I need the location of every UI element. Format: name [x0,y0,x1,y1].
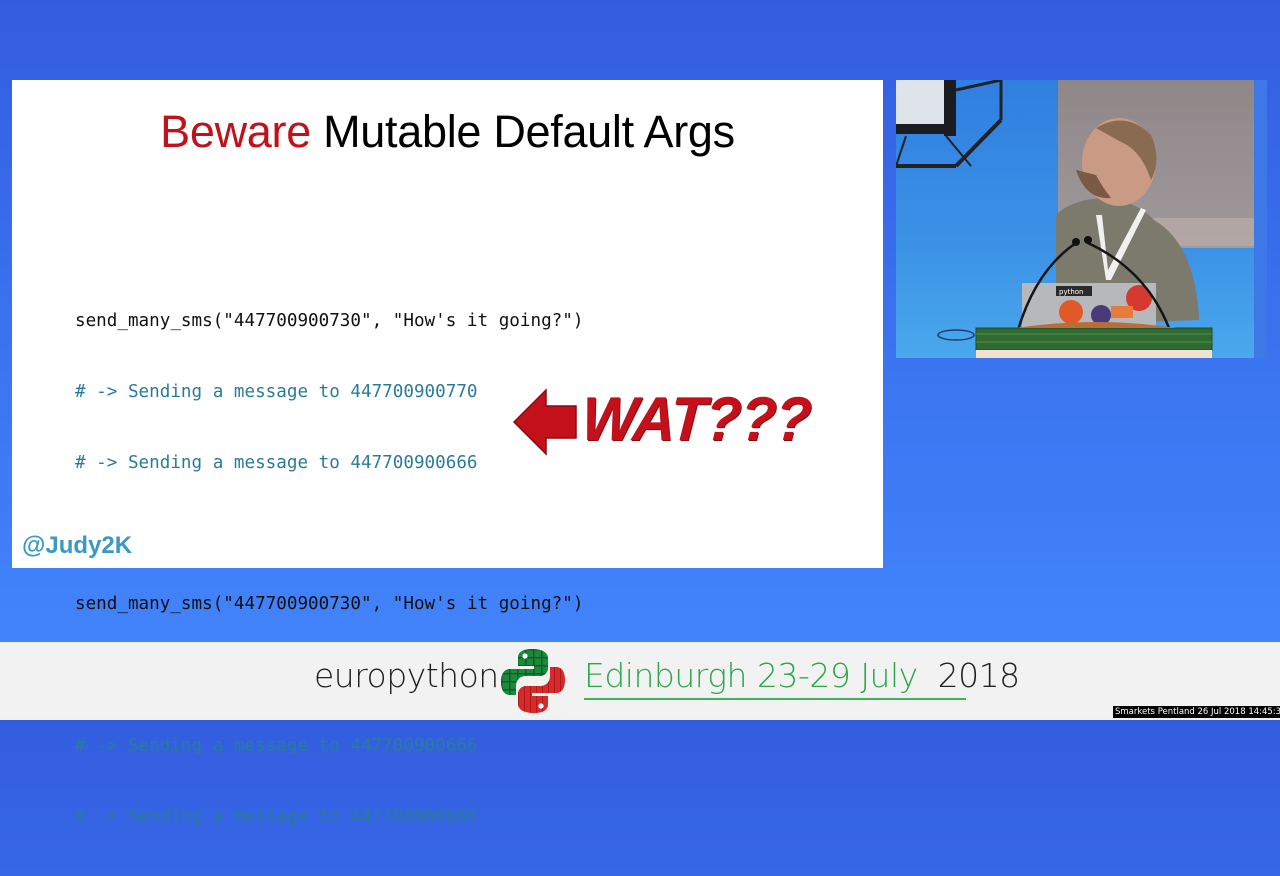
slide-title: Beware Mutable Default Args [12,106,883,158]
python-logo-icon [501,649,565,713]
laptop-sticker-text: python [1059,288,1084,296]
speaker-video-frame: python [896,80,1267,358]
recording-timestamp: Smarkets Pentland 26 Jul 2018 14:45:37 [1113,706,1280,718]
wat-text: WAT??? [579,385,813,454]
code-output: # -> Sending a message to 447700900666 [75,806,478,827]
speaker-video: python [896,80,1267,358]
wat-annotation: WAT??? [512,382,813,462]
laptop: python [1022,283,1156,328]
title-rest: Mutable Default Args [310,106,735,157]
code-output: # -> Sending a message to 447700900666 [75,452,478,473]
conference-footer: europython Edinburgh 23-29 July 2018 [0,642,1280,720]
presentation-slide: Beware Mutable Default Args send_many_sm… [12,80,883,827]
event-info: Edinburgh 23-29 July 2018 [584,656,1020,695]
podium [937,322,1213,358]
code-output: # -> Sending a message to 447700900666 [75,735,478,756]
lighting-truss [896,80,1003,168]
code-call-2: send_many_sms("447700900730", "How's it … [75,594,584,615]
event-year: 2018 [937,656,1020,695]
code-sample: send_many_sms("447700900730", "How's it … [75,263,583,876]
left-arrow-icon [512,388,577,456]
event-underline [584,698,966,700]
europython-brand: europython [314,656,499,695]
code-output: # -> Sending a message to 447700900770 [75,381,478,402]
code-call-1: send_many_sms("447700900730", "How's it … [75,311,584,332]
twitter-handle: @Judy2K [22,532,133,559]
title-accent: Beware [160,106,311,157]
event-city-dates: Edinburgh 23-29 July [584,656,918,695]
